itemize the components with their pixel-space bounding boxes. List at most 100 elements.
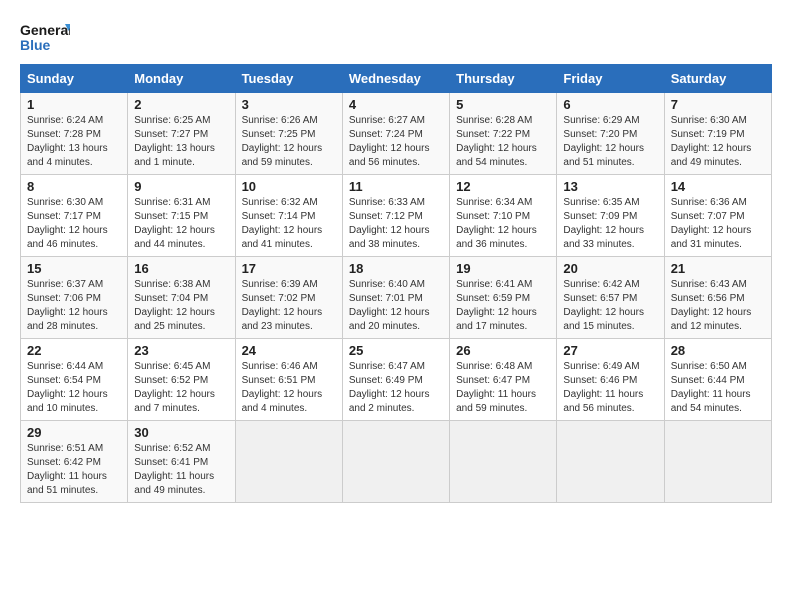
day-number: 15 (27, 261, 121, 276)
svg-text:General: General (20, 22, 70, 38)
day-number: 11 (349, 179, 443, 194)
calendar-cell (450, 421, 557, 503)
cell-info: Sunrise: 6:28 AMSunset: 7:22 PMDaylight:… (456, 115, 537, 168)
cell-info: Sunrise: 6:35 AMSunset: 7:09 PMDaylight:… (563, 197, 644, 250)
week-row-2: 8 Sunrise: 6:30 AMSunset: 7:17 PMDayligh… (21, 175, 772, 257)
calendar-body: 1 Sunrise: 6:24 AMSunset: 7:28 PMDayligh… (21, 93, 772, 503)
day-number: 18 (349, 261, 443, 276)
header: General Blue (20, 20, 772, 56)
calendar-cell: 2 Sunrise: 6:25 AMSunset: 7:27 PMDayligh… (128, 93, 235, 175)
calendar-cell: 22 Sunrise: 6:44 AMSunset: 6:54 PMDaylig… (21, 339, 128, 421)
calendar-cell: 20 Sunrise: 6:42 AMSunset: 6:57 PMDaylig… (557, 257, 664, 339)
day-number: 26 (456, 343, 550, 358)
day-number: 6 (563, 97, 657, 112)
day-number: 22 (27, 343, 121, 358)
calendar-cell: 7 Sunrise: 6:30 AMSunset: 7:19 PMDayligh… (664, 93, 771, 175)
calendar-cell: 28 Sunrise: 6:50 AMSunset: 6:44 PMDaylig… (664, 339, 771, 421)
calendar-cell: 15 Sunrise: 6:37 AMSunset: 7:06 PMDaylig… (21, 257, 128, 339)
day-number: 10 (242, 179, 336, 194)
week-row-1: 1 Sunrise: 6:24 AMSunset: 7:28 PMDayligh… (21, 93, 772, 175)
calendar-cell: 17 Sunrise: 6:39 AMSunset: 7:02 PMDaylig… (235, 257, 342, 339)
logo: General Blue (20, 20, 70, 56)
col-header-friday: Friday (557, 65, 664, 93)
day-number: 9 (134, 179, 228, 194)
svg-text:Blue: Blue (20, 37, 51, 53)
day-number: 23 (134, 343, 228, 358)
cell-info: Sunrise: 6:49 AMSunset: 6:46 PMDaylight:… (563, 361, 643, 414)
cell-info: Sunrise: 6:30 AMSunset: 7:17 PMDaylight:… (27, 197, 108, 250)
calendar-cell: 19 Sunrise: 6:41 AMSunset: 6:59 PMDaylig… (450, 257, 557, 339)
col-header-saturday: Saturday (664, 65, 771, 93)
cell-info: Sunrise: 6:43 AMSunset: 6:56 PMDaylight:… (671, 279, 752, 332)
cell-info: Sunrise: 6:32 AMSunset: 7:14 PMDaylight:… (242, 197, 323, 250)
day-number: 8 (27, 179, 121, 194)
calendar-cell: 25 Sunrise: 6:47 AMSunset: 6:49 PMDaylig… (342, 339, 449, 421)
calendar-cell: 13 Sunrise: 6:35 AMSunset: 7:09 PMDaylig… (557, 175, 664, 257)
day-number: 25 (349, 343, 443, 358)
logo-svg: General Blue (20, 20, 70, 56)
calendar-cell: 29 Sunrise: 6:51 AMSunset: 6:42 PMDaylig… (21, 421, 128, 503)
day-number: 16 (134, 261, 228, 276)
cell-info: Sunrise: 6:25 AMSunset: 7:27 PMDaylight:… (134, 115, 215, 168)
calendar-cell: 27 Sunrise: 6:49 AMSunset: 6:46 PMDaylig… (557, 339, 664, 421)
day-number: 20 (563, 261, 657, 276)
cell-info: Sunrise: 6:36 AMSunset: 7:07 PMDaylight:… (671, 197, 752, 250)
calendar-cell: 8 Sunrise: 6:30 AMSunset: 7:17 PMDayligh… (21, 175, 128, 257)
col-header-tuesday: Tuesday (235, 65, 342, 93)
calendar-cell: 21 Sunrise: 6:43 AMSunset: 6:56 PMDaylig… (664, 257, 771, 339)
cell-info: Sunrise: 6:51 AMSunset: 6:42 PMDaylight:… (27, 443, 107, 496)
cell-info: Sunrise: 6:45 AMSunset: 6:52 PMDaylight:… (134, 361, 215, 414)
day-number: 27 (563, 343, 657, 358)
cell-info: Sunrise: 6:46 AMSunset: 6:51 PMDaylight:… (242, 361, 323, 414)
cell-info: Sunrise: 6:44 AMSunset: 6:54 PMDaylight:… (27, 361, 108, 414)
calendar-cell: 5 Sunrise: 6:28 AMSunset: 7:22 PMDayligh… (450, 93, 557, 175)
calendar-cell: 23 Sunrise: 6:45 AMSunset: 6:52 PMDaylig… (128, 339, 235, 421)
calendar-cell (664, 421, 771, 503)
cell-info: Sunrise: 6:33 AMSunset: 7:12 PMDaylight:… (349, 197, 430, 250)
calendar-cell: 26 Sunrise: 6:48 AMSunset: 6:47 PMDaylig… (450, 339, 557, 421)
col-header-sunday: Sunday (21, 65, 128, 93)
cell-info: Sunrise: 6:40 AMSunset: 7:01 PMDaylight:… (349, 279, 430, 332)
day-number: 2 (134, 97, 228, 112)
calendar-cell: 9 Sunrise: 6:31 AMSunset: 7:15 PMDayligh… (128, 175, 235, 257)
cell-info: Sunrise: 6:38 AMSunset: 7:04 PMDaylight:… (134, 279, 215, 332)
calendar-cell: 4 Sunrise: 6:27 AMSunset: 7:24 PMDayligh… (342, 93, 449, 175)
week-row-5: 29 Sunrise: 6:51 AMSunset: 6:42 PMDaylig… (21, 421, 772, 503)
calendar-cell: 30 Sunrise: 6:52 AMSunset: 6:41 PMDaylig… (128, 421, 235, 503)
cell-info: Sunrise: 6:24 AMSunset: 7:28 PMDaylight:… (27, 115, 108, 168)
calendar-cell: 24 Sunrise: 6:46 AMSunset: 6:51 PMDaylig… (235, 339, 342, 421)
col-header-thursday: Thursday (450, 65, 557, 93)
cell-info: Sunrise: 6:34 AMSunset: 7:10 PMDaylight:… (456, 197, 537, 250)
day-number: 28 (671, 343, 765, 358)
calendar-cell (235, 421, 342, 503)
cell-info: Sunrise: 6:29 AMSunset: 7:20 PMDaylight:… (563, 115, 644, 168)
cell-info: Sunrise: 6:48 AMSunset: 6:47 PMDaylight:… (456, 361, 536, 414)
cell-info: Sunrise: 6:42 AMSunset: 6:57 PMDaylight:… (563, 279, 644, 332)
calendar-cell: 1 Sunrise: 6:24 AMSunset: 7:28 PMDayligh… (21, 93, 128, 175)
day-number: 14 (671, 179, 765, 194)
calendar-table: SundayMondayTuesdayWednesdayThursdayFrid… (20, 64, 772, 503)
calendar-cell (342, 421, 449, 503)
calendar-header-row: SundayMondayTuesdayWednesdayThursdayFrid… (21, 65, 772, 93)
day-number: 24 (242, 343, 336, 358)
day-number: 1 (27, 97, 121, 112)
week-row-4: 22 Sunrise: 6:44 AMSunset: 6:54 PMDaylig… (21, 339, 772, 421)
cell-info: Sunrise: 6:47 AMSunset: 6:49 PMDaylight:… (349, 361, 430, 414)
day-number: 12 (456, 179, 550, 194)
col-header-wednesday: Wednesday (342, 65, 449, 93)
cell-info: Sunrise: 6:52 AMSunset: 6:41 PMDaylight:… (134, 443, 214, 496)
day-number: 5 (456, 97, 550, 112)
calendar-cell: 12 Sunrise: 6:34 AMSunset: 7:10 PMDaylig… (450, 175, 557, 257)
day-number: 17 (242, 261, 336, 276)
day-number: 21 (671, 261, 765, 276)
day-number: 7 (671, 97, 765, 112)
day-number: 30 (134, 425, 228, 440)
calendar-cell: 10 Sunrise: 6:32 AMSunset: 7:14 PMDaylig… (235, 175, 342, 257)
calendar-cell (557, 421, 664, 503)
calendar-cell: 6 Sunrise: 6:29 AMSunset: 7:20 PMDayligh… (557, 93, 664, 175)
calendar-cell: 3 Sunrise: 6:26 AMSunset: 7:25 PMDayligh… (235, 93, 342, 175)
calendar-cell: 11 Sunrise: 6:33 AMSunset: 7:12 PMDaylig… (342, 175, 449, 257)
calendar-cell: 16 Sunrise: 6:38 AMSunset: 7:04 PMDaylig… (128, 257, 235, 339)
cell-info: Sunrise: 6:30 AMSunset: 7:19 PMDaylight:… (671, 115, 752, 168)
cell-info: Sunrise: 6:27 AMSunset: 7:24 PMDaylight:… (349, 115, 430, 168)
